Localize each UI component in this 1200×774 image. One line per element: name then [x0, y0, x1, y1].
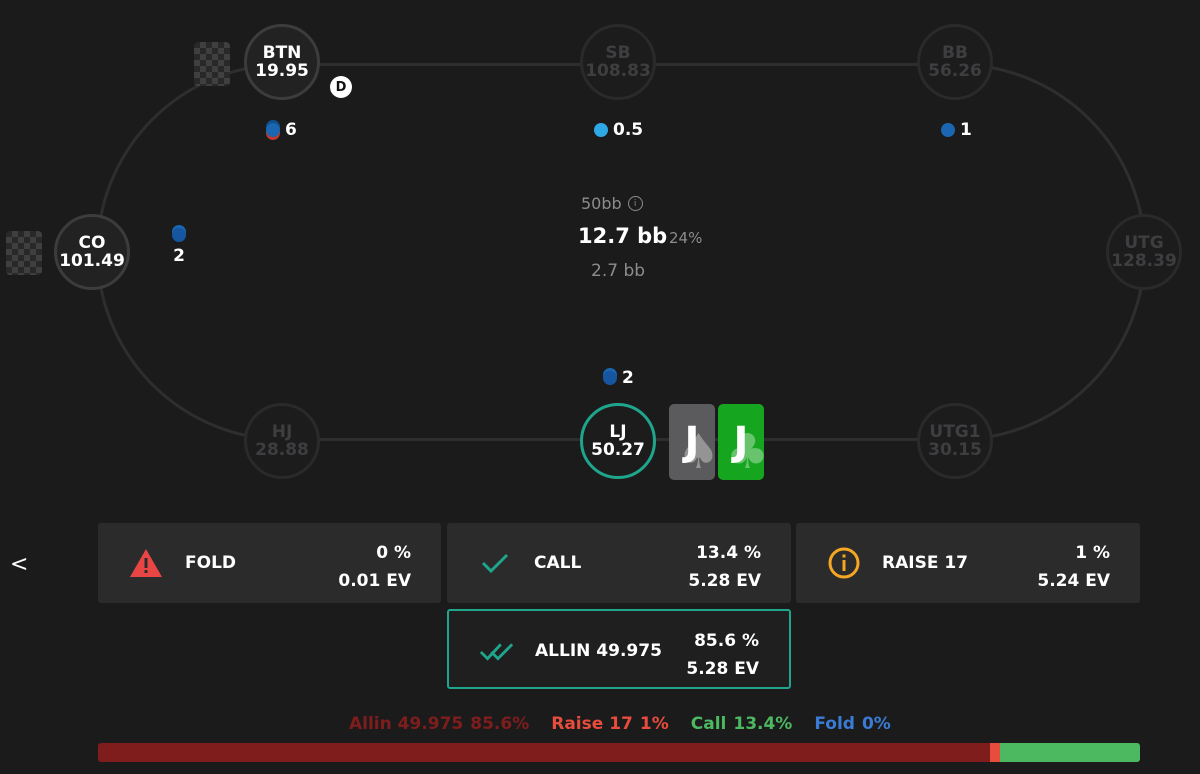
- seat-utg1[interactable]: UTG1 30.15: [917, 403, 993, 479]
- seat-stack: 50.27: [591, 440, 645, 460]
- legend-fold-pct: 0%: [861, 714, 891, 734]
- dealer-button: D: [330, 76, 352, 98]
- legend-fold: Fold 0%: [814, 714, 890, 734]
- legend-allin: Allin 49.975 85.6%: [349, 714, 529, 734]
- seat-stack: 56.26: [928, 61, 982, 81]
- seat-position: BTN: [262, 43, 302, 63]
- allin-action-button[interactable]: ALLIN 49.975 85.6 % 5.28 EV: [447, 609, 791, 689]
- seat-stack: 101.49: [59, 251, 125, 271]
- seat-lj-hero[interactable]: LJ 50.27: [580, 403, 656, 479]
- allin-percentage: 85.6 %: [694, 631, 759, 651]
- legend-raise-name: Raise 17: [551, 714, 633, 734]
- bet-bb: 1: [941, 120, 972, 140]
- raise-label: RAISE 17: [882, 553, 969, 573]
- info-icon[interactable]: i: [627, 196, 643, 211]
- fold-percentage: 0 %: [376, 543, 411, 563]
- seat-bb[interactable]: BB 56.26: [917, 24, 993, 100]
- legend-call-pct: 13.4%: [733, 714, 793, 734]
- card-rank: J: [684, 419, 700, 465]
- bar-segment-allin: [98, 743, 990, 762]
- seat-utg[interactable]: UTG 128.39: [1106, 214, 1182, 290]
- seat-position: UTG1: [929, 422, 981, 442]
- legend-call-name: Call: [690, 714, 727, 734]
- strategy-legend: Allin 49.975 85.6% Raise 17 1% Call 13.4% F…: [349, 714, 891, 734]
- raise-stats: 1 % 5.24 EV: [1037, 539, 1110, 595]
- chip-icon: [603, 371, 617, 385]
- seat-stack: 28.88: [255, 440, 309, 460]
- seat-stack: 30.15: [928, 440, 982, 460]
- hero-card-jack-spades: ♠ J: [669, 404, 715, 480]
- seat-btn[interactable]: BTN 19.95: [244, 24, 320, 100]
- bet-btn: 6: [266, 120, 297, 140]
- sitout-marker-btn: [194, 42, 230, 86]
- call-stats: 13.4 % 5.28 EV: [688, 539, 761, 595]
- fold-stats: 0 % 0.01 EV: [338, 539, 411, 595]
- seat-stack: 19.95: [255, 61, 309, 81]
- seat-sb[interactable]: SB 108.83: [580, 24, 656, 100]
- chip-icon: [594, 123, 608, 137]
- allin-ev: 5.28 EV: [686, 659, 759, 679]
- legend-raise-pct: 1%: [639, 714, 669, 734]
- bet-lj: 2: [603, 368, 634, 388]
- info-icon: [826, 545, 862, 581]
- legend-raise: Raise 17 1%: [551, 714, 669, 734]
- legend-fold-name: Fold: [814, 714, 855, 734]
- hero-card-jack-clubs: ♣ J: [718, 404, 764, 480]
- legend-allin-name: Allin 49.975: [349, 714, 464, 734]
- seat-position: CO: [78, 233, 106, 253]
- bet-amount: 2: [622, 368, 634, 388]
- bet-amount: 6: [285, 120, 297, 140]
- effective-stack-value: 50bb: [581, 194, 622, 213]
- call-label: CALL: [534, 553, 582, 573]
- chip-icon: [941, 123, 955, 137]
- effective-stack: 50bb i: [581, 194, 643, 213]
- pot-to-call: 2.7 bb: [591, 261, 646, 281]
- seat-position: HJ: [271, 422, 293, 442]
- fold-action-button[interactable]: FOLD 0 % 0.01 EV: [98, 523, 441, 603]
- allin-stats: 85.6 % 5.28 EV: [686, 627, 759, 683]
- double-check-icon: [479, 633, 515, 669]
- pot-percentage: 24%: [669, 229, 703, 247]
- allin-label: ALLIN 49.975: [535, 641, 662, 661]
- seat-stack: 108.83: [585, 61, 651, 81]
- bet-amount: 1: [960, 120, 972, 140]
- seat-co[interactable]: CO 101.49: [54, 214, 130, 290]
- seat-position: LJ: [609, 422, 627, 442]
- seat-stack: 128.39: [1111, 251, 1177, 271]
- card-rank: J: [733, 419, 749, 465]
- seat-position: SB: [605, 43, 631, 63]
- raise-ev: 5.24 EV: [1037, 571, 1110, 591]
- chip-icon: [266, 123, 280, 137]
- seat-position: BB: [942, 43, 968, 63]
- seat-position: UTG: [1124, 233, 1164, 253]
- call-ev: 5.28 EV: [688, 571, 761, 591]
- raise-action-button[interactable]: RAISE 17 1 % 5.24 EV: [796, 523, 1140, 603]
- fold-ev: 0.01 EV: [338, 571, 411, 591]
- strategy-distribution-bar: [98, 743, 1140, 762]
- check-icon: [477, 545, 513, 581]
- bet-amount: 0.5: [613, 120, 644, 140]
- bet-amount: 2: [173, 246, 185, 266]
- bet-co: 2: [172, 228, 186, 266]
- call-percentage: 13.4 %: [696, 543, 761, 563]
- fold-label: FOLD: [185, 553, 237, 573]
- call-action-button[interactable]: CALL 13.4 % 5.28 EV: [447, 523, 791, 603]
- sitout-marker-co: [6, 231, 42, 275]
- legend-call: Call 13.4%: [691, 714, 793, 734]
- pot-total: 12.7 bb: [578, 224, 668, 248]
- bar-segment-raise: [989, 743, 1001, 762]
- warning-icon: [128, 545, 164, 581]
- chip-icon: [172, 228, 186, 242]
- bet-sb: 0.5: [594, 120, 643, 140]
- raise-percentage: 1 %: [1075, 543, 1110, 563]
- seat-hj[interactable]: HJ 28.88: [244, 403, 320, 479]
- legend-allin-pct: 85.6%: [470, 714, 530, 734]
- bar-segment-call: [1000, 743, 1140, 762]
- back-chevron-icon[interactable]: <: [10, 552, 28, 577]
